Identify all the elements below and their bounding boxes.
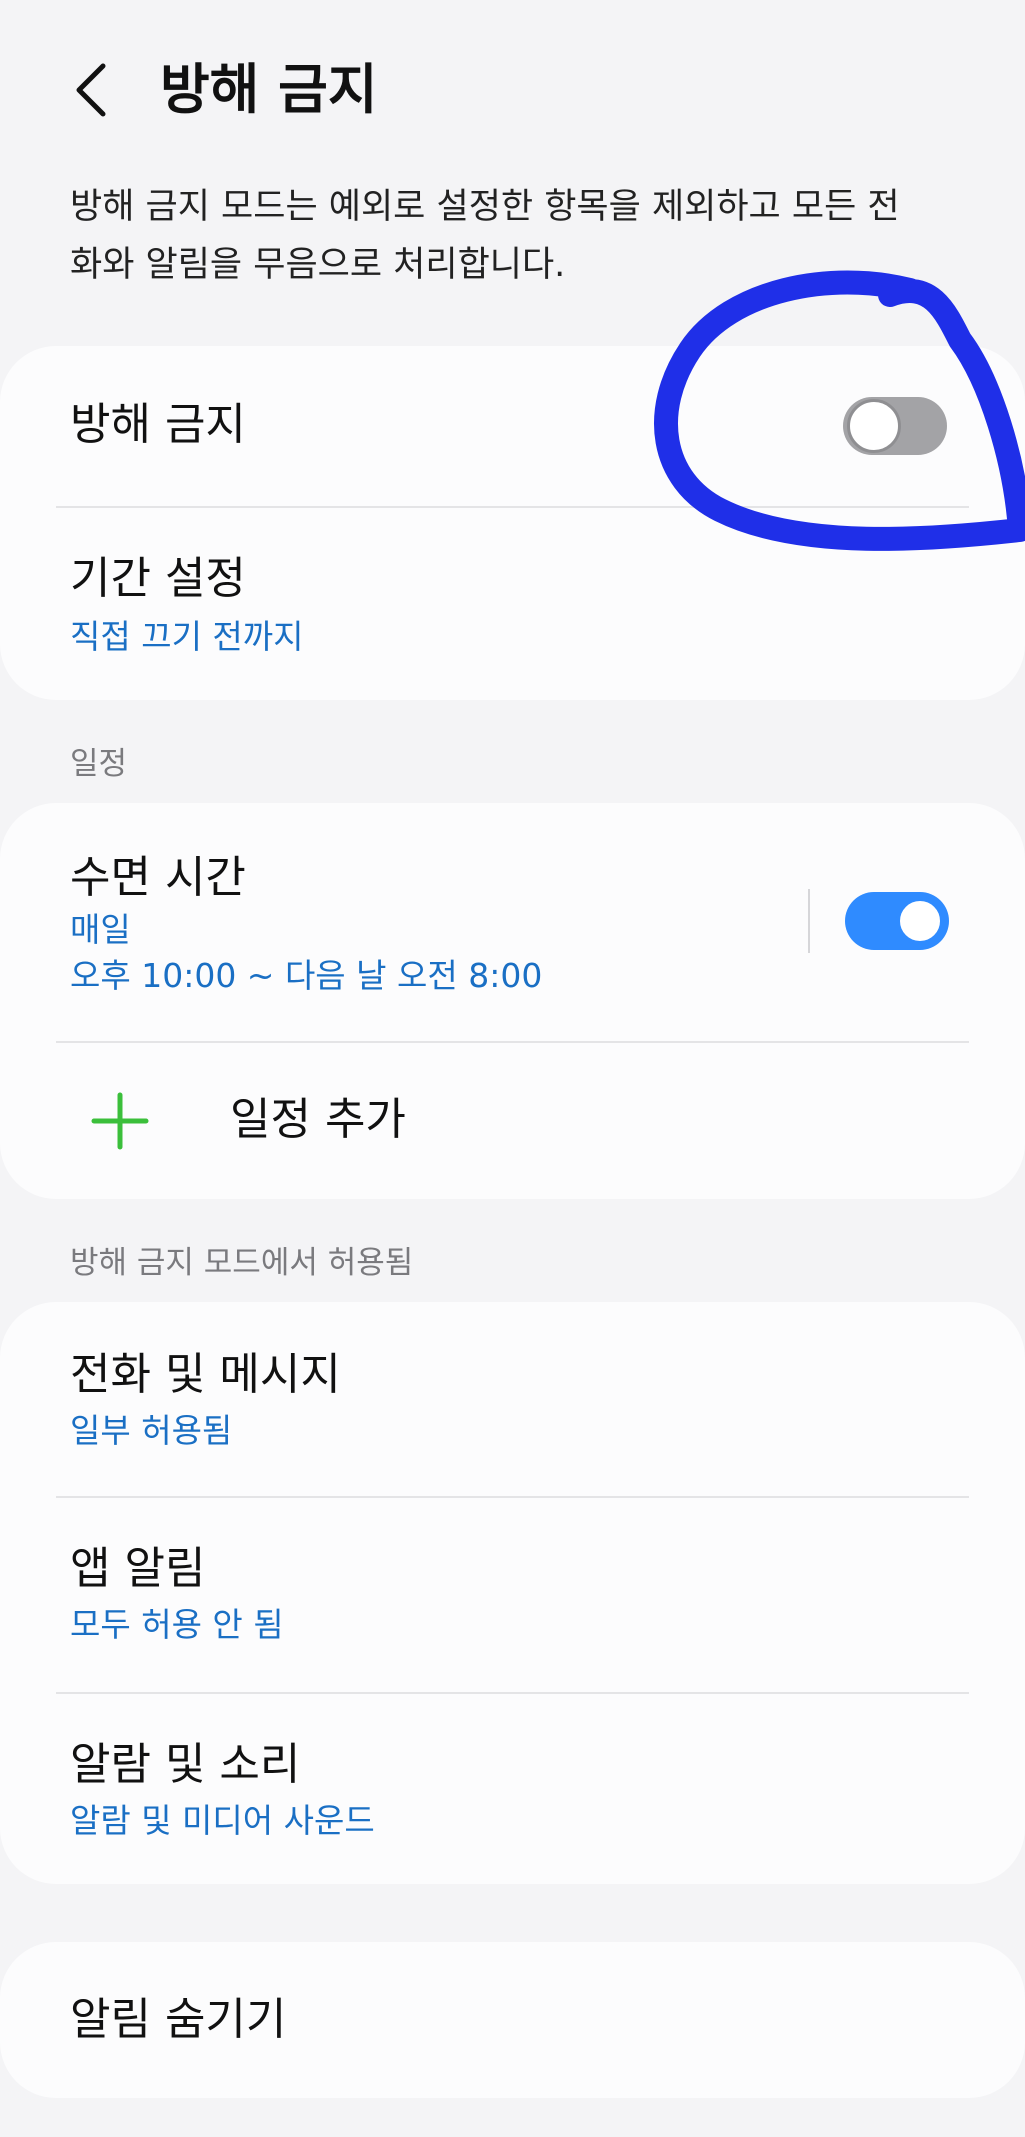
hide-notifications-card: 알림 숨기기 bbox=[0, 1942, 1025, 2098]
dnd-toggle-label: 방해 금지 bbox=[70, 399, 246, 450]
dnd-toggle-row[interactable]: 방해 금지 bbox=[0, 346, 1025, 506]
sleep-repeat: 매일 bbox=[70, 910, 131, 949]
calls-messages-row[interactable]: 전화 및 메시지 일부 허용됨 bbox=[0, 1302, 1025, 1496]
toggle-knob bbox=[896, 897, 944, 945]
sleep-toggle-switch[interactable] bbox=[845, 892, 949, 950]
alarms-sounds-row[interactable]: 알람 및 소리 알람 및 미디어 사운드 bbox=[0, 1694, 1025, 1884]
page-title: 방해 금지 bbox=[160, 58, 378, 121]
hide-notifications-title: 알림 숨기기 bbox=[70, 1994, 287, 2045]
add-schedule-label: 일정 추가 bbox=[230, 1094, 406, 1145]
back-button[interactable] bbox=[60, 48, 120, 132]
toggle-knob bbox=[847, 399, 901, 453]
calls-messages-value: 일부 허용됨 bbox=[70, 1411, 233, 1450]
sleep-schedule-row[interactable]: 수면 시간 매일 오후 10:00 ~ 다음 날 오전 8:00 bbox=[0, 803, 1025, 1041]
allowed-section-label: 방해 금지 모드에서 허용됨 bbox=[70, 1245, 414, 1281]
duration-row[interactable]: 기간 설정 직접 끄기 전까지 bbox=[0, 508, 1025, 700]
calls-messages-title: 전화 및 메시지 bbox=[70, 1349, 341, 1400]
app-header: 방해 금지 bbox=[0, 0, 1025, 180]
dnd-toggle-switch[interactable] bbox=[843, 397, 947, 455]
schedule-section-label: 일정 bbox=[70, 746, 128, 782]
alarms-sounds-value: 알람 및 미디어 사운드 bbox=[70, 1801, 375, 1840]
app-notifications-value: 모두 허용 안 됨 bbox=[70, 1605, 284, 1644]
page-description: 방해 금지 모드는 예외로 설정한 항목을 제외하고 모든 전화와 알림을 무음… bbox=[70, 187, 900, 285]
duration-value: 직접 끄기 전까지 bbox=[70, 617, 304, 656]
app-notifications-title: 앱 알림 bbox=[70, 1543, 206, 1594]
chevron-left-icon bbox=[76, 63, 106, 117]
hide-notifications-row[interactable]: 알림 숨기기 bbox=[0, 1942, 1025, 2098]
schedule-card: 수면 시간 매일 오후 10:00 ~ 다음 날 오전 8:00 일정 추가 bbox=[0, 803, 1025, 1199]
app-notifications-row[interactable]: 앱 알림 모두 허용 안 됨 bbox=[0, 1498, 1025, 1692]
toggle-separator bbox=[808, 889, 810, 953]
allowed-card: 전화 및 메시지 일부 허용됨 앱 알림 모두 허용 안 됨 알람 및 소리 알… bbox=[0, 1302, 1025, 1884]
duration-title: 기간 설정 bbox=[70, 553, 246, 604]
sleep-title: 수면 시간 bbox=[70, 852, 246, 903]
alarms-sounds-title: 알람 및 소리 bbox=[70, 1739, 301, 1790]
sleep-time: 오후 10:00 ~ 다음 날 오전 8:00 bbox=[70, 956, 543, 995]
dnd-card: 방해 금지 기간 설정 직접 끄기 전까지 bbox=[0, 346, 1025, 700]
plus-icon bbox=[91, 1092, 149, 1150]
add-schedule-row[interactable]: 일정 추가 bbox=[0, 1043, 1025, 1199]
